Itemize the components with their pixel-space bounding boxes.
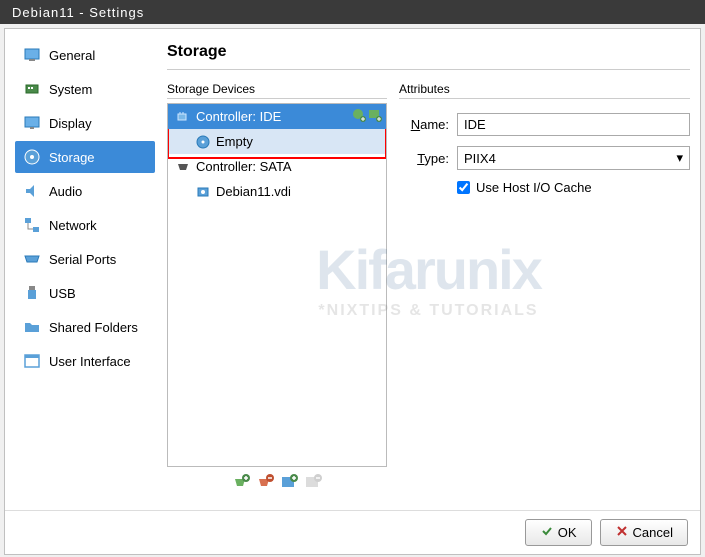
ok-label: OK (558, 525, 577, 540)
type-value: PIIX4 (464, 151, 496, 166)
sidebar-label: General (49, 48, 95, 63)
name-row: NName:ame: (399, 113, 690, 136)
sidebar-label: Network (49, 218, 97, 233)
tree-item-label: Debian11.vdi (216, 184, 291, 199)
cache-label: Use Host I/O Cache (476, 180, 592, 195)
type-label: Type: (399, 151, 449, 166)
audio-icon (23, 182, 41, 200)
tree-item-vdi[interactable]: Debian11.vdi (168, 179, 386, 204)
controller-label: Controller: IDE (196, 109, 281, 124)
storage-tree[interactable]: Controller: IDE Empty Con (167, 103, 387, 467)
general-icon (23, 46, 41, 64)
sidebar-label: Audio (49, 184, 82, 199)
sidebar-label: Shared Folders (49, 320, 138, 335)
ok-icon (540, 524, 554, 541)
tree-item-empty[interactable]: Empty (168, 129, 386, 154)
folder-icon (23, 318, 41, 336)
storage-icon (23, 148, 41, 166)
add-attachment-icon[interactable] (280, 473, 298, 494)
window-titlebar: Debian11 - Settings (0, 0, 705, 24)
serial-icon (23, 250, 41, 268)
system-icon (23, 80, 41, 98)
remove-controller-icon[interactable] (256, 473, 274, 494)
sidebar-item-user-interface[interactable]: User Interface (15, 345, 155, 377)
ok-button[interactable]: OK (525, 519, 592, 546)
sidebar-item-system[interactable]: System (15, 73, 155, 105)
sidebar-item-display[interactable]: Display (15, 107, 155, 139)
category-sidebar: General System Display Storage Audio Net… (15, 39, 155, 500)
controller-icon (176, 110, 190, 124)
window-title: Debian11 - Settings (12, 5, 144, 20)
devices-label: Storage Devices (167, 82, 387, 99)
sidebar-item-serial[interactable]: Serial Ports (15, 243, 155, 275)
add-disk-icon[interactable] (368, 108, 382, 125)
sidebar-label: User Interface (49, 354, 131, 369)
sidebar-item-network[interactable]: Network (15, 209, 155, 241)
ui-icon (23, 352, 41, 370)
cancel-button[interactable]: Cancel (600, 519, 688, 546)
sidebar-label: USB (49, 286, 76, 301)
add-controller-icon[interactable] (232, 473, 250, 494)
sidebar-label: System (49, 82, 92, 97)
sidebar-label: Storage (49, 150, 95, 165)
add-disc-icon[interactable] (352, 108, 366, 125)
sidebar-item-usb[interactable]: USB (15, 277, 155, 309)
sidebar-item-general[interactable]: General (15, 39, 155, 71)
main-panel: Storage Storage Devices Controller: IDE (167, 39, 690, 500)
devices-column: Storage Devices Controller: IDE (167, 82, 387, 500)
attributes-label: Attributes (399, 82, 690, 99)
remove-attachment-icon (304, 473, 322, 494)
cancel-icon (615, 524, 629, 541)
controller-add-icons (352, 108, 382, 125)
network-icon (23, 216, 41, 234)
dialog-footer: OK Cancel (5, 510, 700, 554)
sidebar-item-audio[interactable]: Audio (15, 175, 155, 207)
sidebar-label: Display (49, 116, 92, 131)
controller-ide[interactable]: Controller: IDE (168, 104, 386, 129)
content-area: General System Display Storage Audio Net… (5, 29, 700, 510)
sidebar-label: Serial Ports (49, 252, 116, 267)
name-label: NName:ame: (399, 117, 449, 132)
sidebar-item-shared-folders[interactable]: Shared Folders (15, 311, 155, 343)
controller-sata[interactable]: Controller: SATA (168, 154, 386, 179)
controller-label: Controller: SATA (196, 159, 292, 174)
chevron-down-icon: ▾ (676, 150, 683, 166)
sidebar-item-storage[interactable]: Storage (15, 141, 155, 173)
settings-window: General System Display Storage Audio Net… (4, 28, 701, 555)
disc-icon (196, 135, 210, 149)
controller-icon (176, 160, 190, 174)
cache-row: Use Host I/O Cache (399, 180, 690, 195)
disk-icon (196, 185, 210, 199)
cancel-label: Cancel (633, 525, 673, 540)
type-row: Type: PIIX4 ▾ (399, 146, 690, 170)
storage-area: Storage Devices Controller: IDE (167, 82, 690, 500)
tree-toolbar (167, 467, 387, 500)
cache-checkbox[interactable] (457, 181, 470, 194)
name-input[interactable] (457, 113, 690, 136)
tree-item-label: Empty (216, 134, 253, 149)
usb-icon (23, 284, 41, 302)
type-select[interactable]: PIIX4 ▾ (457, 146, 690, 170)
display-icon (23, 114, 41, 132)
attributes-column: Attributes NName:ame: Type: PIIX4 ▾ (399, 82, 690, 500)
page-title: Storage (167, 39, 690, 70)
